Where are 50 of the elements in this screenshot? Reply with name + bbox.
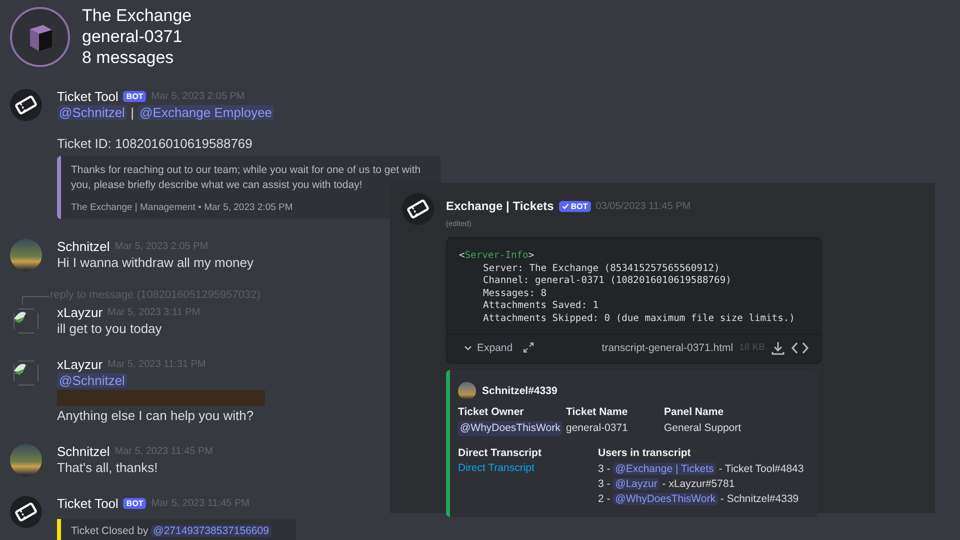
field-value: general-0371 (566, 420, 628, 436)
avatar-photo-placeholder (10, 444, 42, 476)
message-text: Ticket ID: 1082016010619588769 (57, 135, 252, 152)
download-icon[interactable] (771, 340, 785, 355)
user-mention[interactable]: @WhyDoesThisWork (458, 420, 562, 436)
author-name[interactable]: Ticket Tool (57, 496, 118, 511)
expand-button[interactable]: Expand (463, 342, 513, 354)
ticket-avatar-icon (402, 193, 434, 225)
timestamp: 03/05/2023 11:45 PM (596, 200, 691, 212)
embed-footer: The Exchange | Management • Mar 5, 2023 2:05 PM (71, 202, 431, 213)
embed-description: Thanks for reaching out to our team; while you wait for one of us to get with you, please briefly describe what we can assist you with today! (71, 163, 422, 193)
message-text: Anything else I can help you with? (57, 407, 254, 424)
bot-badge: BOT (558, 200, 591, 212)
author-name[interactable]: xLayzur (57, 357, 103, 372)
message-text: Hi I wanna withdraw all my money (57, 254, 254, 271)
field-name: Panel Name (664, 406, 724, 418)
avatar-photo-placeholder (458, 382, 476, 400)
embed-author: Schnitzel#4339 (482, 384, 558, 397)
ticket-avatar-icon (10, 496, 42, 528)
transcript-user-line: 2 - @WhyDoesThisWork - Schnitzel#4339 (598, 492, 799, 507)
transcript-user-line: 3 - @Exchange | Tickets - Ticket Tool#4843 (598, 462, 804, 477)
mention-line: @Schnitzel | @Exchange Employee (57, 104, 274, 121)
field-value: General Support (664, 420, 742, 436)
field-name: Direct Transcript (458, 446, 542, 459)
bot-badge: BOT (123, 91, 146, 102)
bot-badge: BOT (123, 498, 146, 509)
field-name: Users in transcript (598, 446, 691, 459)
ticket-avatar-icon (10, 89, 42, 121)
message-count: 8 messages (82, 47, 175, 68)
field-name: Ticket Name (566, 406, 628, 418)
code-icon[interactable] (791, 340, 809, 355)
reply-line (22, 296, 49, 305)
author-name[interactable]: Schnitzel (57, 239, 110, 254)
transcript-user-line: 3 - @Layzur - xLayzur#5781 (598, 476, 735, 492)
author-name[interactable]: Schnitzel (57, 444, 110, 459)
author-name[interactable]: Exchange | Tickets (446, 199, 554, 213)
cube-logo-icon (10, 6, 70, 66)
author-name[interactable]: Ticket Tool (57, 89, 118, 104)
avatar-photo-placeholder (10, 239, 42, 271)
channel-name: general-0371 (82, 26, 184, 47)
field-name: Ticket Owner (458, 406, 524, 418)
transcript-link[interactable]: Direct Transcript (458, 462, 534, 474)
file-name[interactable]: transcript-general-0371.html (602, 342, 734, 354)
closed-text: Ticket Closed by @271493738537156609 (71, 525, 271, 537)
code-preview: <Server-Info> Server: The Exchange (853415257565560912) Channel: general-0371 (1082016010619588769) Messages: 8 Attachments Saved: 1 Attachments Skipped: 0 (due maximum file size limits.) (458, 249, 796, 326)
fullscreen-icon[interactable] (522, 342, 534, 354)
server-name: The Exchange (82, 5, 192, 26)
message-text: That's all, thanks! (57, 459, 158, 476)
message-text: ill get to you today (57, 320, 162, 337)
author-name[interactable]: xLayzur (57, 305, 103, 320)
